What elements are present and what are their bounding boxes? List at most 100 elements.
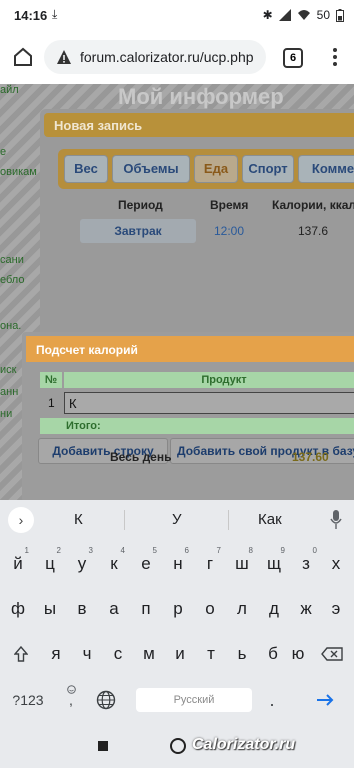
on-screen-keyboard: › К У Как й1 ц2 у3 к4 е5 н6 г7 ш8 щ9 з0 … bbox=[0, 500, 354, 726]
more-menu-icon[interactable] bbox=[332, 46, 338, 70]
sidebar-link[interactable]: иск bbox=[0, 364, 16, 376]
key[interactable]: т bbox=[196, 634, 226, 674]
suggestion[interactable]: К bbox=[74, 511, 83, 528]
address-bar[interactable]: forum.calorizator.ru/ucp.php bbox=[44, 40, 266, 74]
recents-button[interactable] bbox=[98, 741, 108, 751]
home-nav-button[interactable] bbox=[170, 738, 186, 754]
sidebar-link[interactable]: ебло bbox=[0, 274, 24, 286]
column-period: Период bbox=[118, 198, 163, 212]
chevron-right-icon[interactable]: › bbox=[8, 507, 34, 533]
calorie-count-dialog: Подсчет калорий № Продукт 1 Итого: Добав… bbox=[22, 332, 354, 500]
informer-title: Мой информер bbox=[118, 84, 284, 109]
total-row: Итого: bbox=[40, 418, 354, 434]
web-page: айл е овикам сани ебло она. иск анн ни М… bbox=[0, 84, 354, 500]
new-entry-header: Новая запись bbox=[44, 113, 354, 137]
key[interactable]: я bbox=[41, 634, 71, 674]
key[interactable]: к4 bbox=[99, 544, 129, 584]
all-day-calories: 137.60 bbox=[292, 450, 329, 464]
sidebar-link[interactable]: е bbox=[0, 146, 6, 158]
arrow-right-icon bbox=[317, 694, 334, 706]
download-icon: ⤓ bbox=[52, 7, 58, 21]
key[interactable]: д bbox=[259, 589, 289, 629]
key[interactable]: п bbox=[131, 589, 161, 629]
entry-tabs: Вес Объемы Еда Спорт Комме bbox=[58, 149, 354, 189]
tab-switcher-button[interactable]: 6 bbox=[283, 48, 303, 68]
home-icon[interactable] bbox=[12, 46, 34, 68]
key[interactable]: х bbox=[321, 544, 351, 584]
tab-measurements[interactable]: Объемы bbox=[112, 155, 190, 183]
key[interactable]: м bbox=[134, 634, 164, 674]
language-key[interactable] bbox=[92, 680, 120, 720]
symbols-key[interactable]: ?123 bbox=[8, 680, 48, 720]
meal-breakfast-button[interactable]: Завтрак bbox=[80, 219, 196, 243]
browser-toolbar: forum.calorizator.ru/ucp.php 6 bbox=[0, 32, 354, 84]
column-time: Время bbox=[210, 198, 249, 212]
key[interactable]: с bbox=[103, 634, 133, 674]
key[interactable]: р bbox=[163, 589, 193, 629]
product-input[interactable] bbox=[64, 392, 354, 414]
meal-time[interactable]: 12:00 bbox=[214, 224, 244, 238]
sidebar-link[interactable]: сани bbox=[0, 254, 24, 266]
status-bar: 14:16 ⤓ ✱ 50 bbox=[0, 0, 354, 32]
column-product: Продукт bbox=[64, 372, 354, 388]
watermark: Calorizator.ru bbox=[192, 736, 296, 753]
space-key[interactable]: Русский bbox=[136, 688, 252, 712]
divider bbox=[228, 510, 229, 530]
key[interactable]: у3 bbox=[67, 544, 97, 584]
period-key[interactable]: . bbox=[262, 680, 282, 720]
emoji-key[interactable]: , bbox=[58, 680, 84, 720]
shift-key[interactable] bbox=[6, 634, 36, 674]
key[interactable]: з0 bbox=[291, 544, 321, 584]
shift-icon bbox=[13, 645, 29, 662]
key[interactable]: е5 bbox=[131, 544, 161, 584]
keyboard-row-4: ?123 , Русский . bbox=[0, 680, 354, 720]
key[interactable]: л bbox=[227, 589, 257, 629]
sidebar-link[interactable]: она. bbox=[0, 320, 21, 332]
key[interactable]: щ9 bbox=[259, 544, 289, 584]
key[interactable]: и bbox=[165, 634, 195, 674]
suggestion[interactable]: Как bbox=[258, 511, 282, 528]
key[interactable]: о bbox=[195, 589, 225, 629]
key[interactable]: ю bbox=[283, 634, 313, 674]
sidebar-link[interactable]: айл bbox=[0, 84, 19, 96]
key[interactable]: г7 bbox=[195, 544, 225, 584]
suggestion[interactable]: У bbox=[172, 511, 182, 528]
status-icons: ✱ 50 bbox=[263, 8, 344, 22]
system-nav-bar: Calorizator.ru bbox=[0, 726, 354, 768]
divider bbox=[124, 510, 125, 530]
meal-calories: 137.6 bbox=[298, 224, 329, 238]
key[interactable]: ы bbox=[35, 589, 65, 629]
key[interactable]: ц2 bbox=[35, 544, 65, 584]
key[interactable]: ь bbox=[227, 634, 257, 674]
backspace-icon bbox=[321, 647, 343, 661]
row-number: 1 bbox=[48, 396, 55, 410]
tab-sport[interactable]: Спорт bbox=[242, 155, 294, 183]
signal-icon bbox=[278, 9, 291, 21]
tab-comments[interactable]: Комме bbox=[298, 155, 354, 183]
url-text[interactable]: forum.calorizator.ru/ucp.php bbox=[80, 49, 254, 65]
bluetooth-icon: ✱ bbox=[262, 8, 273, 22]
wifi-icon bbox=[297, 10, 310, 20]
backspace-key[interactable] bbox=[316, 634, 348, 674]
key[interactable]: ж bbox=[291, 589, 321, 629]
key[interactable]: ф bbox=[3, 589, 33, 629]
key[interactable]: ш8 bbox=[227, 544, 257, 584]
key[interactable]: в bbox=[67, 589, 97, 629]
sidebar-link[interactable]: ни bbox=[0, 408, 12, 420]
tab-weight[interactable]: Вес bbox=[64, 155, 108, 183]
sidebar-link[interactable]: анн bbox=[0, 386, 18, 398]
dialog-header: Подсчет калорий bbox=[26, 336, 354, 362]
key[interactable]: н6 bbox=[163, 544, 193, 584]
keyboard-row-2: ф ы в а п р о л д ж э bbox=[0, 589, 354, 629]
tab-food[interactable]: Еда bbox=[194, 155, 238, 183]
key[interactable]: а bbox=[99, 589, 129, 629]
key[interactable]: ч bbox=[72, 634, 102, 674]
key[interactable]: э bbox=[321, 589, 351, 629]
warning-icon[interactable] bbox=[56, 49, 72, 65]
key[interactable]: й1 bbox=[3, 544, 33, 584]
battery-icon bbox=[336, 8, 344, 22]
microphone-icon[interactable] bbox=[330, 509, 342, 531]
sidebar-link[interactable]: овикам bbox=[0, 166, 37, 178]
keyboard-row-1: й1 ц2 у3 к4 е5 н6 г7 ш8 щ9 з0 х bbox=[0, 544, 354, 584]
enter-key[interactable] bbox=[310, 680, 340, 720]
